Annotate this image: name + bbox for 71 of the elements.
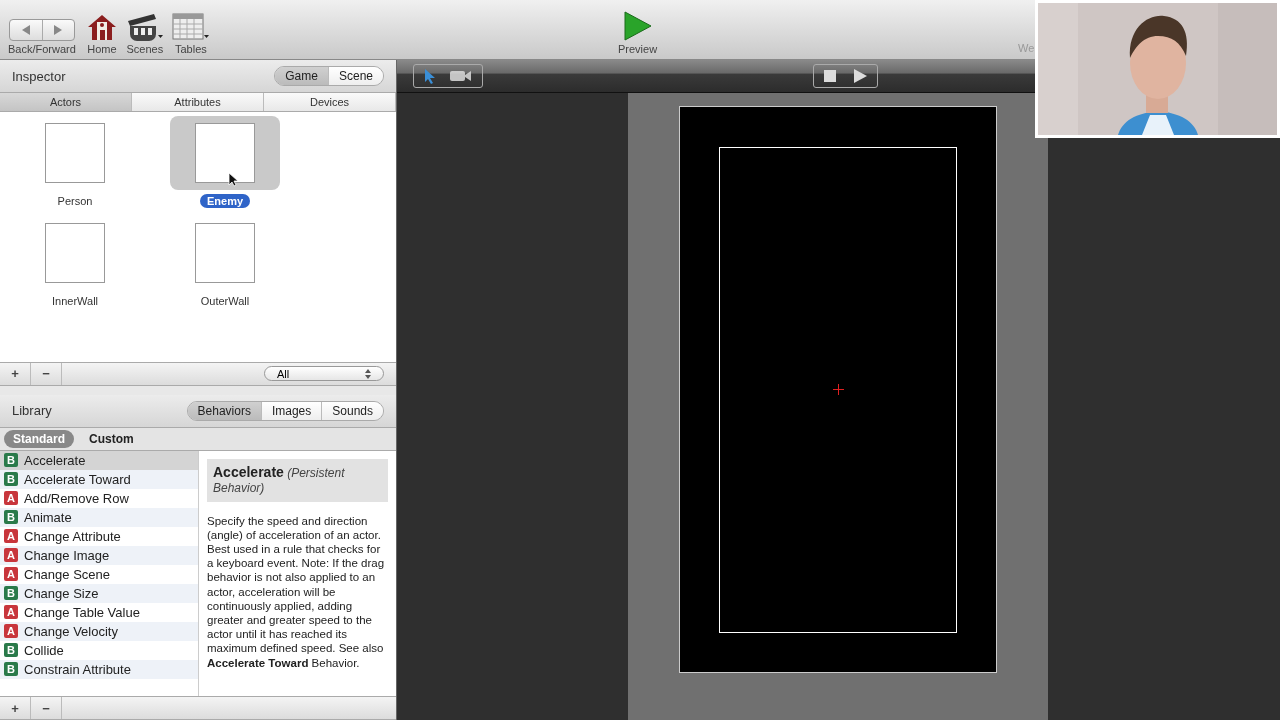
actor-name: InnerWall	[50, 294, 100, 308]
library-tab[interactable]: Images	[260, 401, 322, 420]
tab[interactable]: Attributes	[132, 93, 264, 111]
back-icon	[21, 25, 30, 35]
behavior-name: Add/Remove Row	[24, 490, 129, 506]
behavior-name: Animate	[24, 509, 72, 525]
type-badge: A	[4, 567, 18, 581]
pointer-icon	[424, 68, 436, 84]
description-text: Specify the speed and direction (angle) of acceleration of an actor. Best used in a rule that checks for a keyboard event. Note: If the drag behavior is not also applied to an actor, acceleration will be continuously applied, adding greater and greater speed to the actor until it has reached its maximum defined speed. See also Accelerate Toward Behavior.	[207, 513, 386, 670]
remove-button[interactable]: −	[31, 362, 62, 385]
type-badge: A	[4, 624, 18, 638]
filter-dropdown[interactable]: All	[264, 366, 384, 381]
toolbar-button[interactable]: Home	[81, 13, 122, 55]
type-badge: B	[4, 453, 18, 467]
mode-toggle[interactable]: Game	[275, 67, 328, 85]
actor-name: Enemy	[199, 194, 251, 208]
type-badge: A	[4, 605, 18, 619]
splitter-handle[interactable]	[0, 385, 396, 395]
type-badge: B	[4, 643, 18, 657]
type-badge: B	[4, 510, 18, 524]
library-subtab[interactable]: Custom	[80, 429, 143, 448]
type-badge: B	[4, 662, 18, 676]
play-icon	[854, 69, 867, 83]
add-button[interactable]: +	[0, 362, 31, 385]
type-badge: A	[4, 548, 18, 562]
behavior-name: Accelerate Toward	[24, 471, 131, 487]
actor-thumbnail	[45, 123, 105, 183]
remove-button[interactable]: −	[31, 697, 62, 719]
forward-icon	[54, 25, 63, 35]
library-tab[interactable]: Sounds	[321, 401, 383, 420]
type-badge: B	[4, 586, 18, 600]
library-subtab[interactable]: Standard	[4, 429, 74, 448]
behavior-name: Change Attribute	[24, 528, 121, 544]
library-tab[interactable]: Behaviors	[187, 401, 261, 420]
actor-thumbnail	[195, 123, 255, 183]
actor-name: OuterWall	[199, 294, 251, 308]
back-forward-control[interactable]	[8, 19, 75, 41]
behavior-name: Collide	[24, 642, 64, 658]
actor-tile[interactable]	[170, 116, 280, 190]
crosshair-icon	[832, 384, 844, 395]
stop-icon	[824, 70, 836, 82]
actor-name: Person	[56, 194, 94, 208]
behavior-name: Accelerate	[24, 452, 86, 468]
behavior-name: Change Image	[24, 547, 110, 563]
behavior-name: Change Velocity	[24, 623, 118, 639]
panel-title: Library	[12, 403, 52, 418]
back-forward-label: Back/Forward	[8, 43, 76, 55]
tab[interactable]: Devices	[264, 93, 396, 111]
toolbar-button[interactable]: Tables	[167, 13, 214, 55]
type-badge: A	[4, 529, 18, 543]
actor-thumbnail	[45, 223, 105, 283]
toolbar-button[interactable]: Scenes	[121, 13, 168, 55]
type-badge: A	[4, 491, 18, 505]
tab[interactable]: Actors	[0, 93, 132, 111]
mode-toggle[interactable]: Scene	[327, 67, 383, 85]
type-badge: B	[4, 472, 18, 486]
behavior-name: Change Size	[24, 585, 99, 601]
description-title: Accelerate (Persistent Behavior)	[213, 464, 346, 496]
cursor-icon	[228, 172, 238, 187]
table-icon	[171, 13, 210, 41]
behavior-name: Constrain Attribute	[24, 661, 131, 677]
camera-icon	[450, 70, 472, 82]
add-button[interactable]: +	[0, 697, 31, 719]
stepper-icon	[365, 368, 371, 379]
behavior-name: Change Scene	[24, 566, 110, 582]
panel-title: Inspector	[12, 68, 66, 84]
play-icon	[623, 11, 652, 41]
behavior-name: Change Table Value	[24, 604, 140, 620]
clapperboard-icon	[125, 13, 164, 41]
preview-button[interactable]: Preview	[612, 10, 664, 56]
actor-thumbnail	[195, 223, 255, 283]
